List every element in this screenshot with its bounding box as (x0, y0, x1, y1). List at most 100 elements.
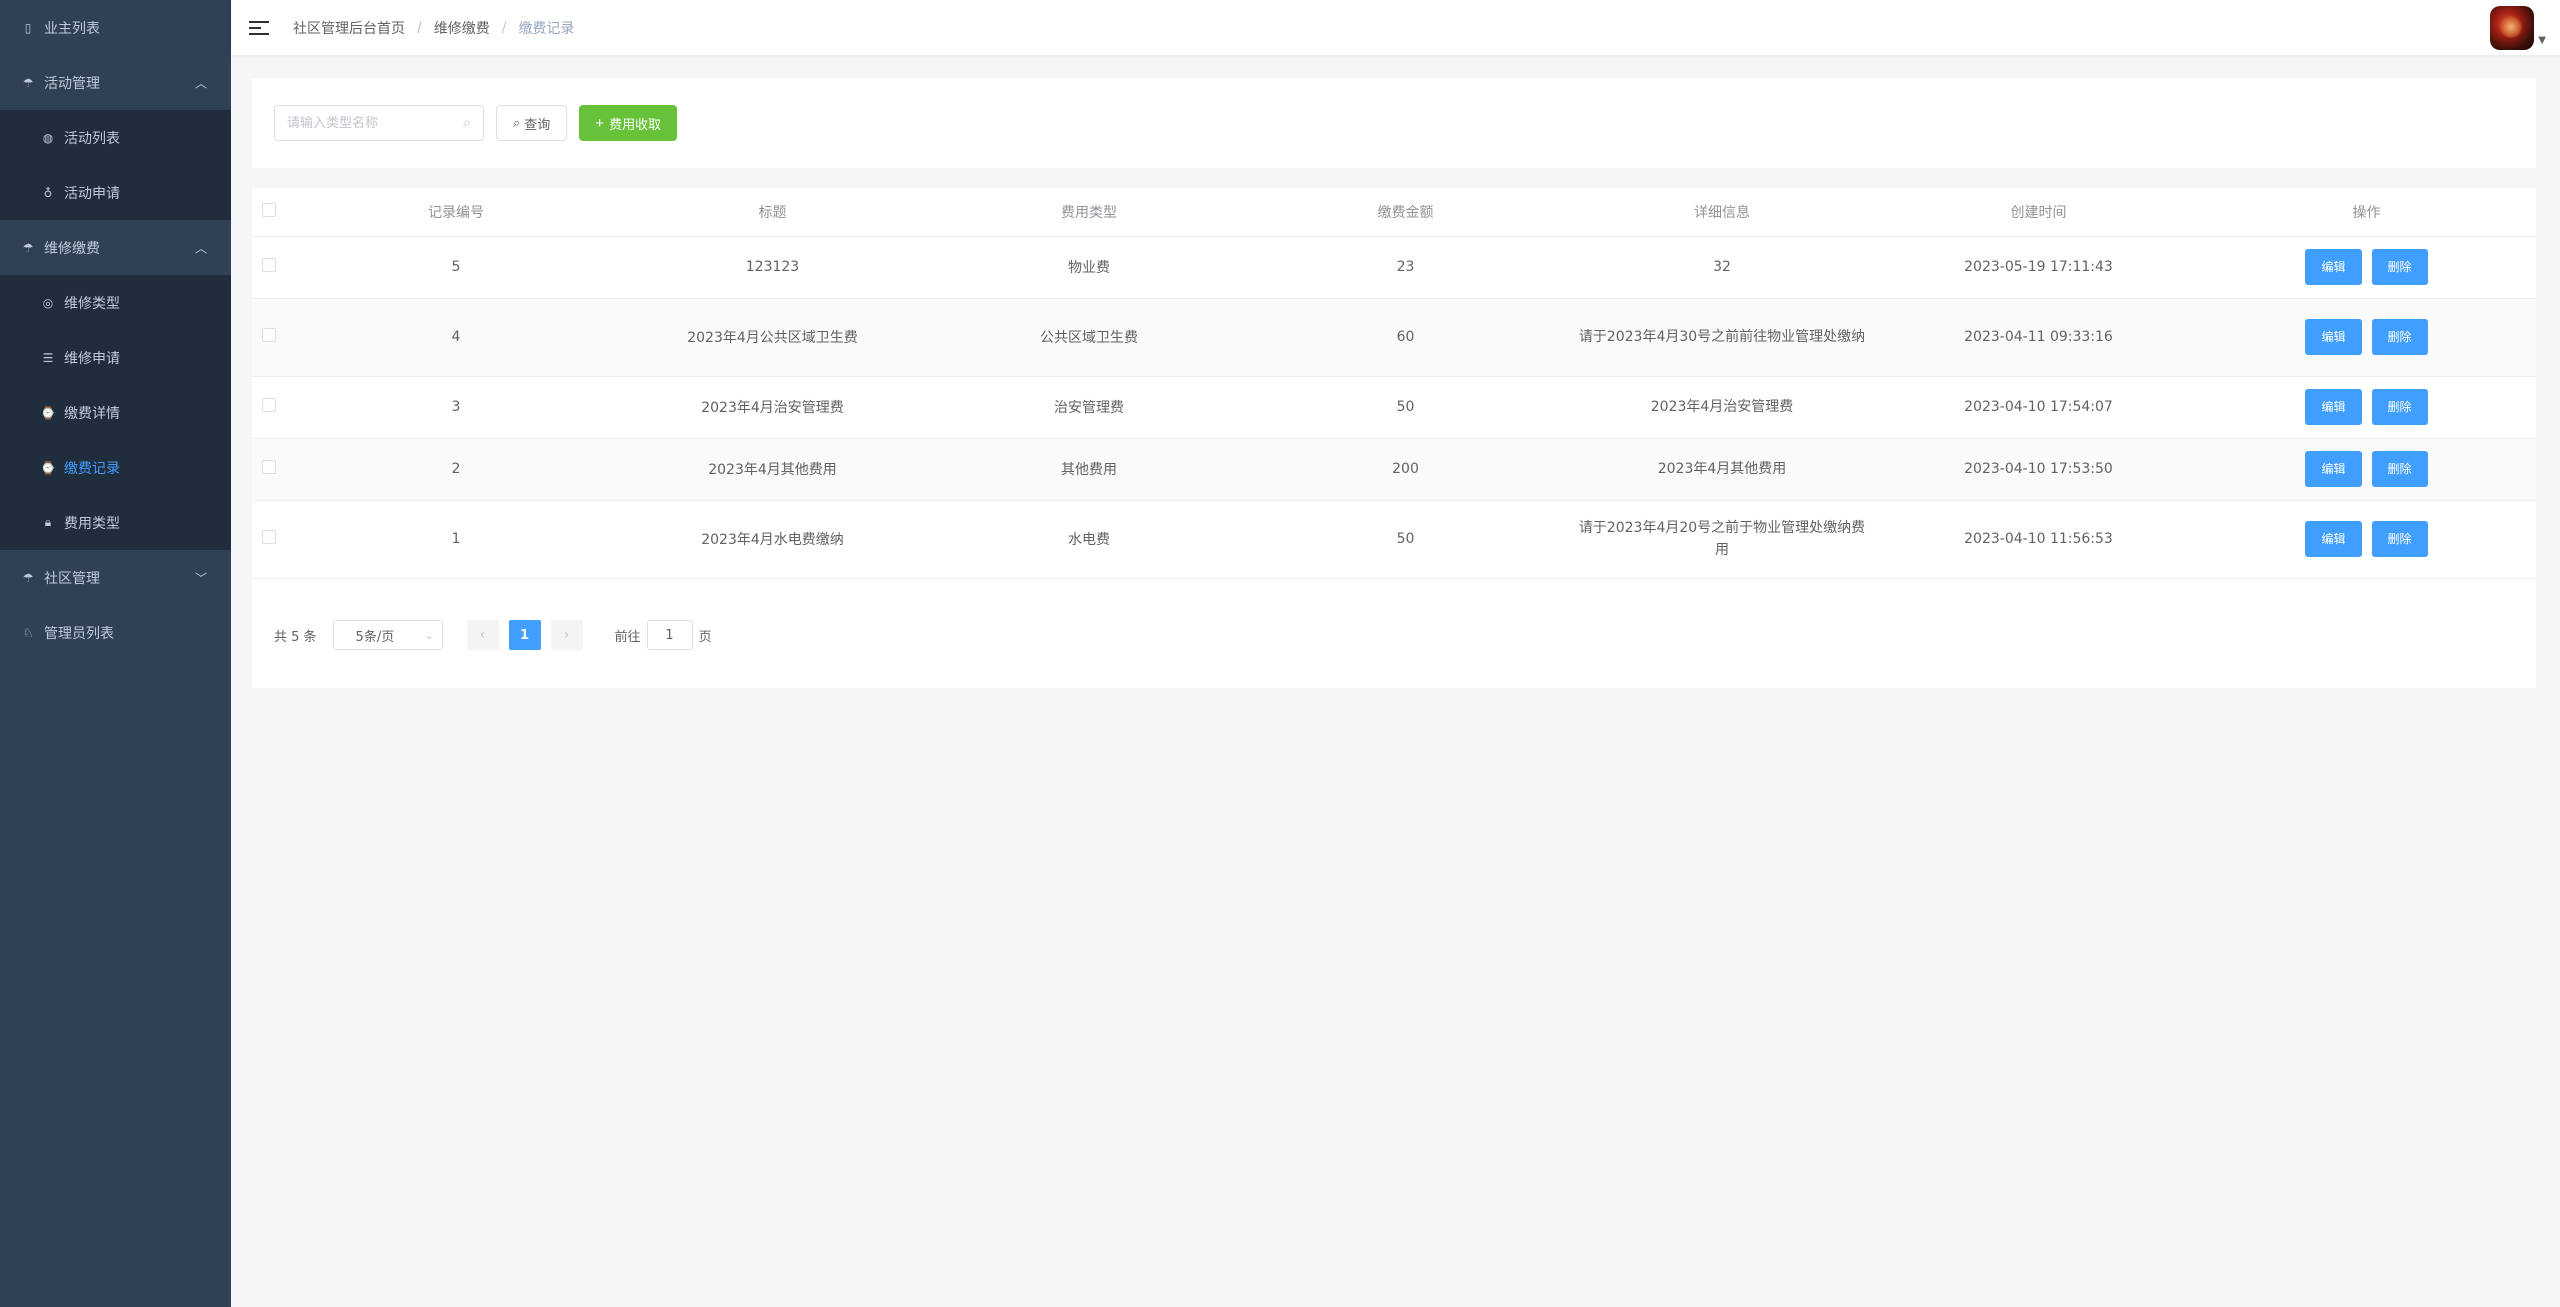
sidebar-item-label: 业主列表 (44, 20, 100, 37)
sidebar-item-fee-type[interactable]: 🔒︎ 费用类型 (0, 495, 231, 550)
hamburger-icon[interactable] (249, 18, 269, 38)
breadcrumb-current: 缴费记录 (518, 20, 575, 37)
sidebar-item-admin-list[interactable]: ♘ 管理员列表 (0, 605, 231, 660)
page-number-button[interactable]: 1 (508, 620, 541, 650)
delete-button[interactable]: 删除 (2371, 389, 2428, 425)
table-row: 4 2023年4月公共区域卫生费 公共区域卫生费 60 请于2023年4月30号… (252, 298, 2536, 377)
avatar[interactable] (2490, 6, 2535, 50)
price-tag-icon: ♘ (22, 625, 34, 640)
fee-collect-button[interactable]: + 费用收取 (579, 105, 678, 141)
row-checkbox[interactable] (262, 460, 276, 474)
cell-id: 3 (298, 376, 614, 439)
cell-detail: 2023年4月治安管理费 (1564, 376, 1880, 439)
cell-created: 2023-04-10 17:54:07 (1880, 376, 2197, 439)
row-checkbox[interactable] (262, 258, 276, 272)
detail-text: 2023年4月其他费用 (1657, 461, 1787, 477)
delete-button[interactable]: 删除 (2371, 521, 2428, 557)
delete-button[interactable]: 删除 (2371, 249, 2428, 285)
table-row: 3 2023年4月治安管理费 治安管理费 50 2023年4月治安管理费 202… (252, 376, 2536, 439)
cell-id: 5 (298, 236, 614, 299)
top-navbar: 社区管理后台首页 / 维修缴费 / 缴费记录 ▼ (231, 0, 2560, 55)
search-icon: ⌕ (513, 115, 521, 130)
cell-created: 2023-05-19 17:11:43 (1880, 236, 2197, 299)
delete-button[interactable]: 删除 (2371, 451, 2428, 487)
sidebar-item-activity-apply[interactable]: ♁ 活动申请 (0, 165, 231, 220)
table-card: 记录编号 标题 费用类型 缴费金额 详细信息 创建时间 操作 5 123123 … (252, 188, 2536, 688)
edit-button[interactable]: 编辑 (2305, 521, 2362, 557)
submenu-repair: ◎ 维修类型 ☰ 维修申请 ⌚ 缴费详情 ⌚ 缴费记录 🔒︎ 费用类型 (0, 275, 231, 550)
page-jumper: 前往 页 (615, 620, 712, 650)
breadcrumb-separator: / (501, 19, 507, 36)
sidebar: ▯ 业主列表 ☂ 活动管理 ︿ ◍ 活动列表 ♁ 活动申请 ☂ 维修缴费 ︿ ◎… (0, 0, 231, 1307)
umbrella-icon: ☂ (22, 240, 34, 255)
cell-amount: 50 (1247, 500, 1564, 579)
submenu-activity: ◍ 活动列表 ♁ 活动申请 (0, 110, 231, 220)
page-size-select[interactable]: 5条/页 ⌄ (332, 620, 443, 650)
table-header-row: 记录编号 标题 费用类型 缴费金额 详细信息 创建时间 操作 (252, 188, 2536, 237)
goto-page-input[interactable] (646, 620, 693, 650)
next-page-button[interactable]: › (550, 620, 583, 650)
pagination: 共 5 条 5条/页 ⌄ ‹ 1 › 前往 页 (274, 620, 712, 650)
sidebar-item-payment-detail[interactable]: ⌚ 缴费详情 (0, 385, 231, 440)
table-row: 2 2023年4月其他费用 其他费用 200 2023年4月其他费用 2023-… (252, 438, 2536, 501)
sidebar-item-label: 活动管理 (44, 75, 100, 92)
sidebar-item-label: 活动申请 (64, 185, 120, 202)
sidebar-item-repair-payment[interactable]: ☂ 维修缴费 ︿ (0, 220, 231, 275)
edit-button[interactable]: 编辑 (2305, 389, 2362, 425)
column-header: 详细信息 (1564, 188, 1880, 237)
query-button[interactable]: ⌕ 查询 (496, 105, 568, 141)
edit-button[interactable]: 编辑 (2305, 249, 2362, 285)
payment-record-table: 记录编号 标题 费用类型 缴费金额 详细信息 创建时间 操作 5 123123 … (252, 188, 2536, 579)
sidebar-item-activity-list[interactable]: ◍ 活动列表 (0, 110, 231, 165)
row-select-cell (252, 500, 298, 579)
edit-button[interactable]: 编辑 (2305, 319, 2362, 355)
cell-created: 2023-04-10 17:53:50 (1880, 438, 2197, 501)
column-header: 标题 (614, 188, 931, 237)
column-header: 费用类型 (931, 188, 1247, 237)
medal-icon: ♁ (43, 185, 53, 200)
search-box[interactable]: ⌕ (274, 105, 484, 141)
cell-amount: 23 (1247, 236, 1564, 299)
edit-button[interactable]: 编辑 (2305, 451, 2362, 487)
cell-type: 其他费用 (931, 438, 1247, 501)
sidebar-item-owner-list[interactable]: ▯ 业主列表 (0, 0, 231, 55)
cell-type: 物业费 (931, 236, 1247, 299)
delete-button[interactable]: 删除 (2371, 319, 2428, 355)
sidebar-item-repair-type[interactable]: ◎ 维修类型 (0, 275, 231, 330)
select-all-checkbox[interactable] (262, 202, 276, 217)
sidebar-item-repair-apply[interactable]: ☰ 维修申请 (0, 330, 231, 385)
sidebar-item-community-management[interactable]: ☂ 社区管理 ﹀ (0, 550, 231, 605)
query-button-label: 查询 (524, 116, 551, 132)
cell-title: 2023年4月其他费用 (614, 438, 931, 501)
breadcrumb-home[interactable]: 社区管理后台首页 (293, 18, 405, 38)
cell-id: 4 (298, 298, 614, 377)
cell-detail: 请于2023年4月20号之前于物业管理处缴纳费用 (1564, 500, 1880, 579)
prev-page-button[interactable]: ‹ (466, 620, 499, 650)
table-row: 5 123123 物业费 23 32 2023-05-19 17:11:43 编… (252, 236, 2536, 299)
cell-type: 水电费 (931, 500, 1247, 579)
row-select-cell (252, 298, 298, 377)
cell-created: 2023-04-10 11:56:53 (1880, 500, 2197, 579)
cell-detail: 请于2023年4月30号之前前往物业管理处缴纳 (1564, 298, 1880, 377)
search-input[interactable] (287, 115, 437, 131)
sidebar-item-label: 缴费记录 (64, 460, 120, 477)
detail-text: 请于2023年4月30号之前前往物业管理处缴纳 (1578, 329, 1866, 345)
sidebar-item-label: 社区管理 (44, 570, 100, 587)
sidebar-item-activity-management[interactable]: ☂ 活动管理 ︿ (0, 55, 231, 110)
caret-down-icon[interactable]: ▼ (2538, 35, 2546, 46)
watch-icon: ⌚ (40, 460, 56, 475)
tablet-icon: ▯ (24, 20, 32, 35)
row-checkbox[interactable] (262, 328, 276, 342)
pagination-total: 共 5 条 (274, 629, 317, 645)
column-header: 操作 (2197, 188, 2536, 237)
user-avatar-dropdown[interactable]: ▼ (2490, 6, 2546, 50)
detail-text: 请于2023年4月20号之前于物业管理处缴纳费用 (1578, 520, 1866, 558)
breadcrumb-repair-payment[interactable]: 维修缴费 (434, 18, 490, 38)
cell-actions: 编辑 删除 (2197, 298, 2536, 377)
row-select-cell (252, 236, 298, 299)
table-row: 1 2023年4月水电费缴纳 水电费 50 请于2023年4月20号之前于物业管… (252, 500, 2536, 579)
select-all-cell (252, 188, 298, 237)
row-checkbox[interactable] (262, 530, 276, 544)
sidebar-item-payment-record[interactable]: ⌚ 缴费记录 (0, 440, 231, 495)
row-checkbox[interactable] (262, 398, 276, 412)
